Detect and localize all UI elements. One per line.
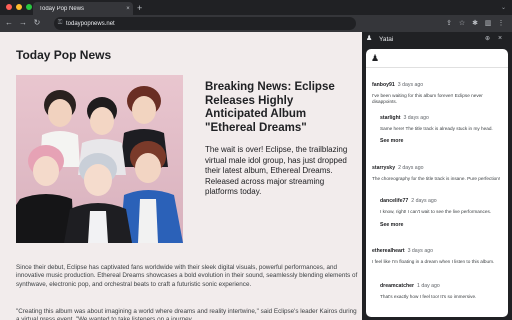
menu-icon[interactable]: ⋮ [496, 18, 506, 29]
comment-username[interactable]: dreamcatcher [380, 283, 414, 289]
see-more-link[interactable]: See more [380, 222, 403, 228]
comments-panel: ♟ fanboy91 3 days ago I've been waiting f… [366, 49, 508, 317]
side-panel-icon[interactable]: ▥ [483, 18, 493, 29]
comment: etherealheart 3 days ago I feel like I'm … [372, 239, 502, 265]
comment-username[interactable]: starlight [380, 115, 400, 121]
browser-toolbar: ← → ↻ ⚿ todaypopnews.net ⇪ ☆ ✱ ▥ ⋮ [0, 15, 512, 32]
forward-icon[interactable]: → [18, 17, 28, 29]
site-title[interactable]: Today Pop News [16, 48, 111, 62]
comment-timestamp: 1 day ago [417, 283, 440, 289]
comment-timestamp: 3 days ago [407, 248, 433, 254]
group-photo [16, 75, 183, 243]
comment-timestamp: 2 days ago [411, 198, 437, 204]
comment-text: I know, right! I can't wait to see the l… [380, 209, 492, 214]
comment-reply: starlight 3 days ago Same here! The title… [380, 106, 502, 132]
article-paragraph: Since their debut, Eclipse has captivate… [16, 264, 358, 288]
share-icon[interactable]: ⇪ [444, 18, 454, 29]
yatai-logo-icon: ♟ [366, 35, 373, 42]
url-text[interactable]: todaypopnews.net [66, 21, 356, 27]
new-tab-icon[interactable]: + [137, 2, 142, 14]
comment: fanboy91 3 days ago I've been waiting for… [372, 73, 502, 105]
comment-username[interactable]: etherealheart [372, 248, 405, 254]
maximize-window-button[interactable] [26, 4, 32, 10]
tab-close-icon[interactable]: × [123, 6, 133, 12]
comment-timestamp: 3 days ago [403, 115, 429, 121]
back-icon[interactable]: ← [4, 17, 14, 29]
article-lede: The wait is over! Eclipse, the trailblaz… [205, 145, 348, 196]
comment-text: I've been waiting for this album forever… [372, 93, 483, 104]
bookmark-star-icon[interactable]: ☆ [457, 18, 467, 29]
web-page: Today Pop News Breaking News: Eclipse Re… [0, 32, 362, 320]
tab-title: Today Pop News [39, 5, 85, 12]
comment-text: I feel like I'm floating in a dream when… [372, 259, 495, 264]
article-headline: Breaking News: Eclipse Releases Highly A… [205, 81, 335, 134]
see-more-link[interactable]: See more [380, 138, 403, 144]
pin-icon[interactable]: ⊕ [485, 34, 490, 44]
comment: starrysky 2 days ago The choreography for… [372, 156, 502, 182]
address-bar[interactable]: ⚿ todaypopnews.net [54, 17, 356, 30]
close-window-button[interactable] [6, 4, 12, 10]
extensions-icon[interactable]: ✱ [470, 18, 480, 29]
article-paragraph: "Creating this album was about imagining… [16, 308, 357, 320]
reload-icon[interactable]: ↻ [32, 17, 42, 29]
site-info-icon[interactable]: ⚿ [54, 20, 66, 27]
comment-text: The choreography for the title track is … [372, 176, 501, 181]
tab-search-icon[interactable]: ⌄ [501, 2, 506, 14]
comment-username[interactable]: dancelife77 [380, 198, 408, 204]
tab-today-pop-news[interactable]: Today Pop News × [33, 2, 133, 15]
minimize-window-button[interactable] [16, 4, 22, 10]
yatai-logo-icon: ♟ [371, 53, 380, 63]
comment-username[interactable]: fanboy91 [372, 82, 395, 88]
comment-timestamp: 2 days ago [398, 165, 424, 171]
comment-reply: dreamcatcher 1 day ago That's exactly how… [380, 274, 502, 300]
comment-text: That's exactly how I feel too! It's so i… [380, 294, 477, 299]
window-controls [6, 4, 32, 10]
side-panel-title: Yatai [379, 36, 394, 43]
close-icon[interactable]: × [498, 34, 502, 44]
side-panel: ♟ Yatai ⊕ × ♟ fanboy91 3 days ago I've be… [362, 32, 512, 320]
comment-timestamp: 3 days ago [397, 82, 424, 88]
divider [366, 67, 508, 68]
comment-username[interactable]: starrysky [372, 165, 395, 171]
side-panel-header: ♟ Yatai ⊕ × [362, 32, 512, 46]
tab-bar: Today Pop News × + ⌄ [0, 0, 512, 15]
comment-text: Same here! The title track is already st… [380, 126, 493, 131]
comment-reply: dancelife77 2 days ago I know, right! I c… [380, 189, 502, 215]
